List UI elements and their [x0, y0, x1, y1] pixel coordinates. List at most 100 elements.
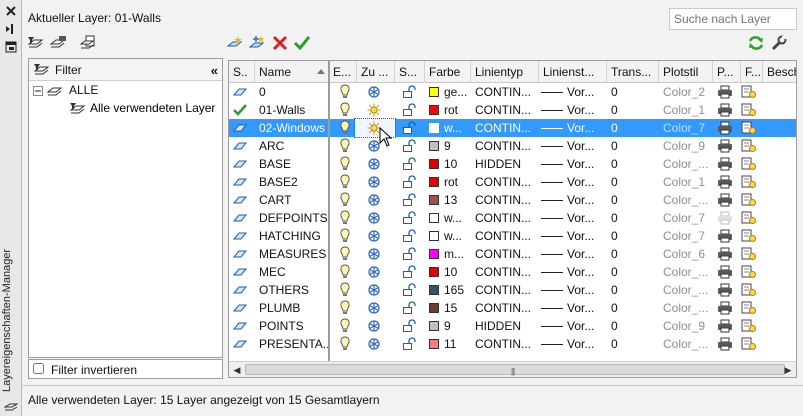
lineweight[interactable]: Vor... — [567, 263, 603, 281]
color-name[interactable]: 11 — [444, 335, 471, 353]
vp-freeze-icon[interactable] — [739, 281, 763, 299]
color-swatch[interactable] — [429, 303, 439, 313]
new-layer-frozen-button[interactable] — [249, 35, 267, 51]
plot-style[interactable]: Color_1 — [663, 173, 713, 191]
lineweight[interactable]: Vor... — [567, 101, 603, 119]
color-name[interactable]: 10 — [444, 263, 471, 281]
color-swatch[interactable] — [429, 339, 439, 349]
frozen-column-divider[interactable] — [328, 61, 330, 361]
color-name[interactable]: 15 — [444, 299, 471, 317]
lock-open-icon[interactable] — [399, 263, 421, 281]
frozen-snowflake-icon[interactable] — [361, 263, 395, 281]
color-name[interactable]: 165 — [444, 281, 471, 299]
color-name[interactable]: 13 — [444, 191, 471, 209]
description[interactable] — [763, 209, 796, 227]
on-off-bulb-icon[interactable] — [333, 137, 353, 155]
layer-name[interactable]: PRESENTA... — [259, 335, 329, 353]
lock-open-icon[interactable] — [399, 173, 421, 191]
layer-name[interactable]: MEC — [259, 263, 329, 281]
header-col-lock[interactable]: S... — [395, 61, 425, 83]
layer-row[interactable]: MEASURES m... CONTIN... Vor... 0 Color_6 — [229, 245, 796, 263]
scroll-left-icon[interactable]: ◀ — [230, 363, 244, 377]
linetype[interactable]: CONTIN... — [475, 209, 539, 227]
printer-icon[interactable] — [713, 173, 739, 191]
tree-item-used-layers[interactable]: Alle verwendeten Layer — [90, 101, 215, 115]
on-off-bulb-icon[interactable] — [333, 83, 353, 101]
on-off-bulb-icon[interactable] — [333, 209, 353, 227]
lock-open-icon[interactable] — [399, 119, 421, 137]
plot-style[interactable]: Color_7 — [663, 227, 713, 245]
description[interactable] — [763, 227, 796, 245]
frozen-snowflake-icon[interactable] — [361, 191, 395, 209]
on-off-bulb-icon[interactable] — [333, 299, 353, 317]
lock-open-icon[interactable] — [399, 281, 421, 299]
description[interactable] — [763, 299, 796, 317]
vp-freeze-icon[interactable] — [739, 299, 763, 317]
transparency[interactable]: 0 — [611, 155, 655, 173]
settings-button[interactable] — [770, 35, 788, 51]
lineweight[interactable]: Vor... — [567, 227, 603, 245]
description[interactable] — [763, 281, 796, 299]
header-col-vp-freeze[interactable]: F... — [741, 61, 763, 83]
color-name[interactable]: 10 — [444, 155, 471, 173]
vp-freeze-icon[interactable] — [739, 227, 763, 245]
transparency[interactable]: 0 — [611, 83, 655, 101]
vp-freeze-icon[interactable] — [739, 137, 763, 155]
vp-freeze-icon[interactable] — [739, 245, 763, 263]
printer-icon[interactable] — [713, 155, 739, 173]
transparency[interactable]: 0 — [611, 335, 655, 353]
tree-item-all[interactable]: ALLE — [69, 83, 98, 97]
transparency[interactable]: 0 — [611, 209, 655, 227]
lineweight[interactable]: Vor... — [567, 137, 603, 155]
on-off-bulb-icon[interactable] — [333, 191, 353, 209]
on-off-bulb-icon[interactable] — [333, 317, 353, 335]
frozen-snowflake-icon[interactable] — [361, 209, 395, 227]
vp-freeze-icon[interactable] — [739, 83, 763, 101]
transparency[interactable]: 0 — [611, 299, 655, 317]
color-name[interactable]: w... — [444, 209, 471, 227]
printer-icon[interactable] — [713, 101, 739, 119]
color-swatch[interactable] — [429, 141, 439, 151]
on-off-bulb-icon[interactable] — [333, 263, 353, 281]
lock-open-icon[interactable] — [399, 335, 421, 353]
frozen-snowflake-icon[interactable] — [361, 245, 395, 263]
vp-freeze-icon[interactable] — [739, 155, 763, 173]
transparency[interactable]: 0 — [611, 317, 655, 335]
transparency[interactable]: 0 — [611, 263, 655, 281]
frozen-snowflake-icon[interactable] — [361, 227, 395, 245]
printer-icon[interactable] — [713, 245, 739, 263]
description[interactable] — [763, 137, 796, 155]
lineweight[interactable]: Vor... — [567, 173, 603, 191]
description[interactable] — [763, 119, 796, 137]
color-swatch[interactable] — [429, 177, 439, 187]
plot-style[interactable]: Color_... — [663, 281, 713, 299]
printer-icon[interactable] — [713, 263, 739, 281]
description[interactable] — [763, 83, 796, 101]
printer-icon[interactable] — [713, 317, 739, 335]
frozen-snowflake-icon[interactable] — [361, 299, 395, 317]
color-swatch[interactable] — [429, 195, 439, 205]
refresh-button[interactable] — [747, 35, 765, 51]
autohide-icon[interactable] — [4, 22, 18, 36]
lock-open-icon[interactable] — [399, 227, 421, 245]
layer-name[interactable]: MEASURES — [259, 245, 329, 263]
properties-menu-icon[interactable] — [4, 40, 18, 54]
plot-style[interactable]: Color_7 — [663, 209, 713, 227]
lineweight[interactable]: Vor... — [567, 119, 603, 137]
linetype[interactable]: CONTIN... — [475, 263, 539, 281]
printer-icon[interactable] — [713, 335, 739, 353]
lock-open-icon[interactable] — [399, 299, 421, 317]
description[interactable] — [763, 317, 796, 335]
transparency[interactable]: 0 — [611, 173, 655, 191]
lineweight[interactable]: Vor... — [567, 209, 603, 227]
transparency[interactable]: 0 — [611, 191, 655, 209]
color-swatch[interactable] — [429, 123, 439, 133]
lock-open-icon[interactable] — [399, 191, 421, 209]
lock-open-icon[interactable] — [399, 83, 421, 101]
color-name[interactable]: 9 — [444, 137, 471, 155]
linetype[interactable]: CONTIN... — [475, 191, 539, 209]
frozen-snowflake-icon[interactable] — [361, 317, 395, 335]
color-name[interactable]: rot — [444, 173, 471, 191]
plot-style[interactable]: Color_... — [663, 191, 713, 209]
printer-disabled-icon[interactable] — [713, 209, 739, 227]
